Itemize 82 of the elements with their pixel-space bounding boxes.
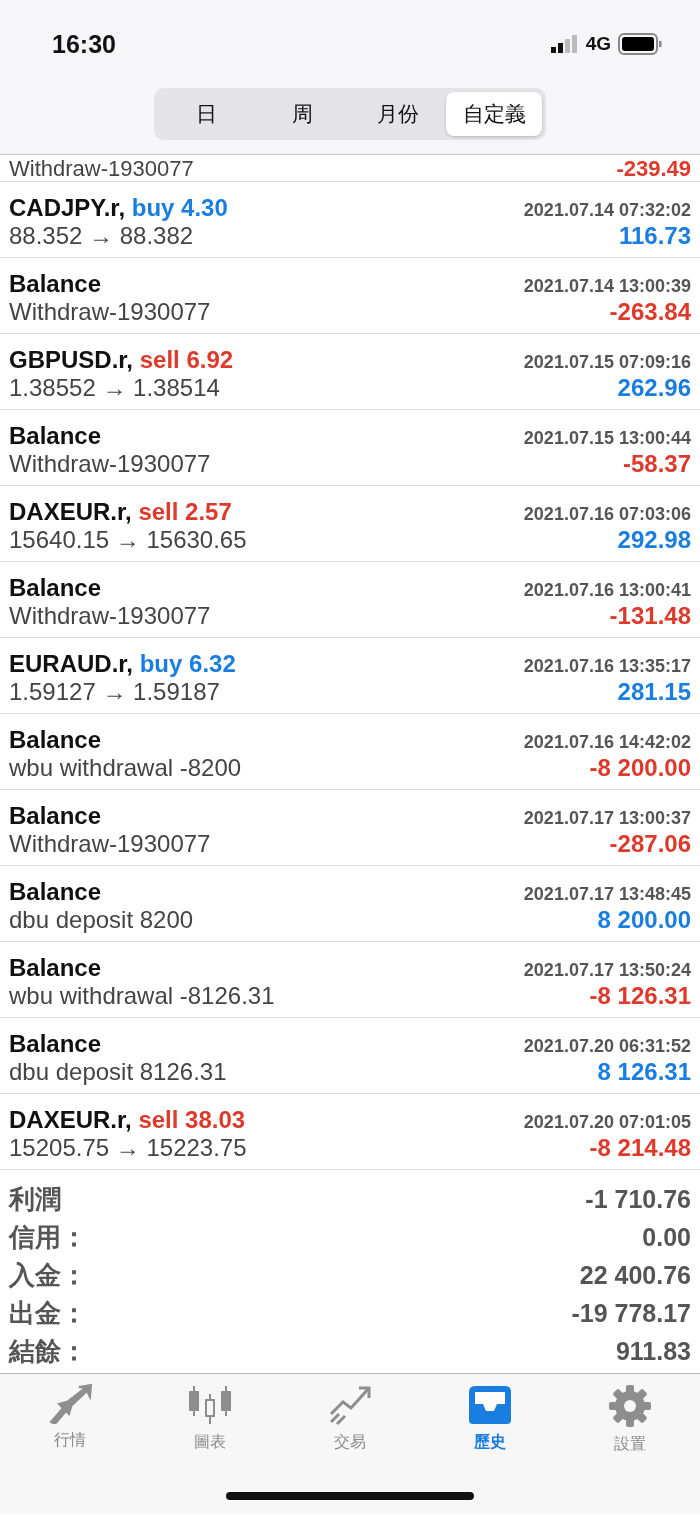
deal-amount: 281.15 (617, 677, 691, 706)
deal-detail: 1.38552 → 1.38514 (9, 373, 220, 402)
deal-amount: -239.49 (616, 157, 691, 181)
period-tab[interactable]: 周 (254, 92, 350, 136)
summary-value: -1 710.76 (585, 1184, 691, 1214)
summary-label: 信用： (9, 1220, 87, 1254)
deal-time: 2021.07.14 13:00:39 (523, 275, 691, 297)
deal-amount: 116.73 (618, 221, 691, 250)
tab-bar-item[interactable]: 交易 (280, 1384, 420, 1455)
diagonal-arrows-icon (47, 1384, 93, 1424)
deal-title: CADJPY.r, buy 4.30 (9, 193, 228, 222)
candlestick-icon (187, 1384, 233, 1426)
deal-title: Balance (9, 953, 102, 982)
deal-time: 2021.07.20 07:01:05 (523, 1111, 691, 1133)
deal-time: 2021.07.17 13:48:45 (523, 883, 691, 905)
deal-detail: wbu withdrawal -8126.31 (9, 981, 275, 1010)
tab-bar-item[interactable]: 圖表 (140, 1384, 280, 1455)
deal-time: 2021.07.15 07:09:16 (523, 351, 691, 373)
deal-title: Balance (9, 573, 102, 602)
deal-time: 2021.07.16 07:03:06 (523, 503, 691, 525)
deal-title: GBPUSD.r, sell 6.92 (9, 345, 234, 374)
inbox-tray-icon (467, 1384, 513, 1426)
deal-amount: -8 126.31 (589, 981, 691, 1010)
deal-time: 2021.07.15 13:00:44 (523, 427, 691, 449)
deal-title: Balance (9, 1029, 102, 1058)
deal-detail: 15640.15 → 15630.65 (9, 525, 247, 554)
deal-title: Balance (9, 421, 102, 450)
period-tab[interactable]: 日 (158, 92, 254, 136)
deal-detail: Withdraw-1930077 (9, 829, 211, 858)
deal-time: 2021.07.20 06:31:52 (523, 1035, 691, 1057)
summary-value: 22 400.76 (579, 1260, 691, 1290)
deal-detail: Withdraw-1930077 (9, 449, 211, 478)
deal-detail: 1.59127 → 1.59187 (9, 677, 220, 706)
deal-detail: 88.352 → 88.382 (9, 221, 194, 250)
deal-title: EURAUD.r, buy 6.32 (9, 649, 236, 678)
deal-title: Balance (9, 269, 102, 298)
deal-time: 2021.07.14 07:32:02 (523, 199, 691, 221)
summary-value: 0.00 (642, 1222, 691, 1252)
deal-detail: dbu deposit 8126.31 (9, 1057, 227, 1086)
deal-amount: -8 214.48 (589, 1133, 691, 1162)
deal-amount: -8 200.00 (589, 753, 691, 782)
tab-bar-item[interactable]: 設置 (560, 1384, 700, 1455)
tab-bar-item[interactable]: 歷史 (420, 1384, 560, 1455)
deal-time: 2021.07.17 13:50:24 (523, 959, 691, 981)
summary-label: 利潤 (9, 1182, 61, 1216)
signal-icon (550, 35, 579, 53)
deal-detail: Withdraw-1930077 (9, 297, 211, 326)
summary-label: 結餘： (9, 1334, 87, 1368)
tab-bar-item[interactable]: 行情 (0, 1384, 140, 1455)
deal-detail: Withdraw-1930077 (9, 601, 211, 630)
deal-amount: -131.48 (609, 601, 691, 630)
period-tab[interactable]: 自定義 (446, 92, 542, 136)
settings-icon (608, 1384, 652, 1428)
trend-arrow-icon (327, 1384, 373, 1426)
deal-amount: -58.37 (622, 449, 691, 478)
summary-value: 911.83 (615, 1336, 691, 1366)
deal-detail: wbu withdrawal -8200 (9, 753, 242, 782)
battery-icon (618, 33, 662, 55)
deal-title: DAXEUR.r, sell 2.57 (9, 497, 232, 526)
summary-label: 入金： (9, 1258, 87, 1292)
deal-amount: 8 126.31 (597, 1057, 691, 1086)
deal-detail: 15205.75 → 15223.75 (9, 1133, 247, 1162)
period-tab[interactable]: 月份 (350, 92, 446, 136)
summary-value: -19 778.17 (571, 1298, 691, 1328)
network-label: 4G (585, 33, 611, 55)
deal-title: Balance (9, 725, 102, 754)
deal-time: 2021.07.16 13:00:41 (523, 579, 691, 601)
clock-time: 16:30 (52, 29, 116, 59)
deal-time: 2021.07.16 14:42:02 (523, 731, 691, 753)
deal-time: 2021.07.17 13:00:37 (523, 807, 691, 829)
deal-title: DAXEUR.r, sell 38.03 (9, 1105, 246, 1134)
deal-time: 2021.07.16 13:35:17 (523, 655, 691, 677)
deal-amount: 8 200.00 (597, 905, 691, 934)
deal-amount: 262.96 (617, 373, 691, 402)
deal-detail: Withdraw-1930077 (9, 157, 194, 181)
deal-amount: -287.06 (609, 829, 691, 858)
deal-title: Balance (9, 877, 102, 906)
deal-title: Balance (9, 801, 102, 830)
deal-amount: 292.98 (617, 525, 691, 554)
deal-detail: dbu deposit 8200 (9, 905, 194, 934)
summary-label: 出金： (9, 1296, 87, 1330)
deal-amount: -263.84 (609, 297, 691, 326)
